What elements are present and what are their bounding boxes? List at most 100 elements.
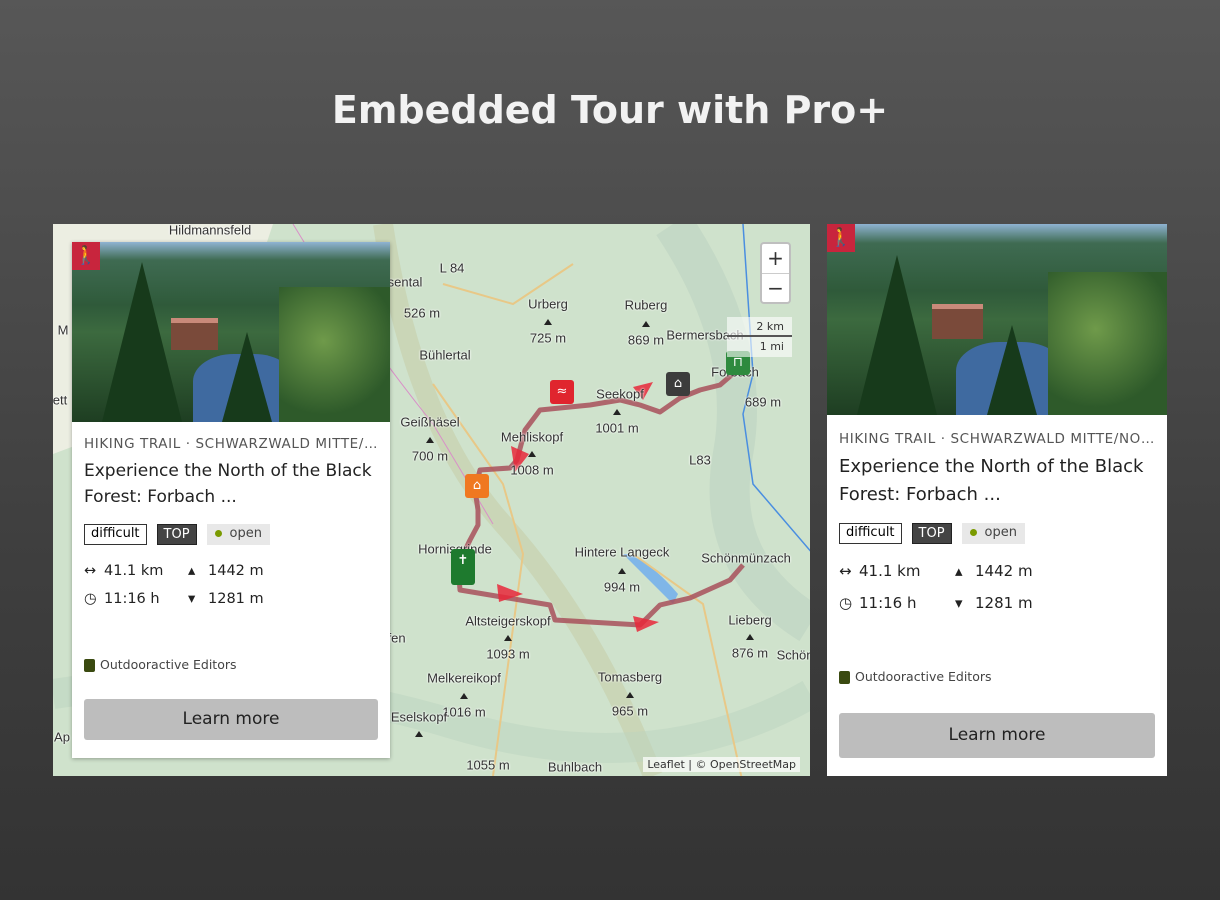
- map-label: M: [57, 322, 69, 338]
- outdooractive-logo-icon: [839, 671, 850, 684]
- learn-more-button[interactable]: Learn more: [839, 713, 1155, 758]
- peak-icon: [618, 568, 626, 574]
- map-label: 1093 m: [486, 646, 530, 662]
- map-label: Tomasberg: [597, 669, 663, 685]
- descent-stat: ▾ 1281 m: [955, 594, 1033, 612]
- peak-icon: [426, 437, 434, 443]
- tour-category: HIKING TRAIL · SCHWARZWALD MITTE/NORDSCH…: [84, 436, 378, 452]
- map-label: 689 m: [744, 394, 782, 410]
- map-label: Seekopf: [596, 386, 644, 402]
- ascent-stat: ▴ 1442 m: [188, 563, 264, 579]
- poi-hut-icon[interactable]: ⌂: [666, 372, 690, 396]
- peak-icon: [460, 693, 468, 699]
- distance-icon: ↔: [839, 562, 852, 580]
- poi-restaurant-icon[interactable]: ⌂: [465, 474, 489, 498]
- map-label: 994 m: [603, 579, 641, 595]
- map-label: 1008 m: [510, 462, 554, 478]
- top-badge: TOP: [156, 524, 197, 545]
- hiking-icon: 🚶: [72, 242, 100, 270]
- map-label: 1001 m: [595, 420, 639, 436]
- map-label: 700 m: [411, 448, 449, 464]
- clock-icon: ◷: [839, 594, 853, 612]
- map-label: Bühlertal: [419, 347, 471, 363]
- peak-icon: [415, 731, 423, 737]
- tour-title[interactable]: Experience the North of the Black Forest…: [839, 453, 1155, 509]
- map-label: Eselskopf: [390, 709, 448, 725]
- map-label: Ap: [54, 729, 70, 745]
- descent-stat: ▾ 1281 m: [188, 591, 264, 607]
- status-text: open: [229, 526, 262, 541]
- ascent-icon: ▴: [955, 562, 963, 580]
- map-label: Buhlbach: [547, 759, 603, 775]
- status-dot-icon: [214, 530, 222, 537]
- map-label: Melkereikopf: [427, 670, 501, 686]
- map-label: L83: [689, 452, 711, 468]
- duration-stat: ◷ 11:16 h: [839, 594, 917, 612]
- map-label: 1055 m: [466, 757, 510, 773]
- map-label: Urberg: [528, 296, 568, 312]
- status-badge: open: [961, 523, 1025, 544]
- learn-more-button[interactable]: Learn more: [84, 699, 378, 740]
- duration-stat: ◷ 11:16 h: [84, 591, 160, 607]
- outdooractive-logo-icon: [84, 659, 95, 672]
- map-label: Schönmünzach: [701, 550, 791, 566]
- tour-title[interactable]: Experience the North of the Black Forest…: [84, 458, 378, 510]
- peak-icon: [528, 451, 536, 457]
- map-label: L 84: [439, 260, 465, 276]
- map-label: 869 m: [627, 332, 665, 348]
- map-label: 965 m: [611, 703, 649, 719]
- map-label: sental: [387, 274, 423, 290]
- scale-mi: 1 mi: [727, 337, 792, 357]
- difficulty-badge: difficult: [84, 524, 147, 545]
- peak-icon: [626, 692, 634, 698]
- top-badge: TOP: [911, 523, 952, 544]
- zoom-in-button[interactable]: +: [762, 244, 789, 273]
- clock-icon: ◷: [84, 591, 97, 607]
- hiking-icon: 🚶: [827, 224, 855, 252]
- map-label: ett: [53, 392, 68, 408]
- scale-bar: 2 km 1 mi: [727, 317, 792, 357]
- status-dot-icon: [969, 529, 977, 536]
- peak-icon: [544, 319, 552, 325]
- tour-card[interactable]: 🚶 HIKING TRAIL · SCHWARZWALD MITTE/NORDS…: [827, 224, 1167, 776]
- ascent-stat: ▴ 1442 m: [955, 562, 1033, 580]
- descent-icon: ▾: [188, 591, 196, 607]
- distance-stat: ↔ 41.1 km: [84, 563, 164, 579]
- map-label: Ruberg: [624, 297, 668, 313]
- map-label: Lieberg: [728, 612, 772, 628]
- map-label: Altsteigerskopf: [465, 613, 551, 629]
- map-label: Hintere Langeck: [574, 544, 670, 560]
- status-text: open: [984, 525, 1017, 540]
- peak-icon: [746, 634, 754, 640]
- peak-icon: [613, 409, 621, 415]
- map-label: Schön: [776, 647, 810, 663]
- poi-swimming-icon[interactable]: ≈: [550, 380, 574, 404]
- author[interactable]: Outdooractive Editors: [839, 669, 992, 684]
- status-badge: open: [206, 524, 270, 545]
- tour-popup-card[interactable]: 🚶 HIKING TRAIL · SCHWARZWALD MITTE/NORDS…: [72, 242, 390, 758]
- difficulty-badge: difficult: [839, 523, 902, 544]
- poi-chapel-icon[interactable]: ✝: [451, 549, 475, 585]
- distance-icon: ↔: [84, 563, 97, 579]
- scale-km: 2 km: [727, 317, 792, 337]
- map-label: 1016 m: [442, 704, 486, 720]
- page-title: Embedded Tour with Pro+: [331, 88, 889, 132]
- map-label: Mehliskopf: [500, 429, 564, 445]
- tour-photo: 🚶: [72, 242, 390, 422]
- tour-photo: 🚶: [827, 224, 1167, 415]
- map-label: 725 m: [529, 330, 567, 346]
- author[interactable]: Outdooractive Editors: [84, 657, 237, 672]
- zoom-control: + −: [760, 242, 791, 304]
- ascent-icon: ▴: [188, 563, 196, 579]
- peak-icon: [504, 635, 512, 641]
- map-label: Geißhäsel: [400, 414, 460, 430]
- tour-category: HIKING TRAIL · SCHWARZWALD MITTE/NORDSCH…: [839, 431, 1155, 447]
- zoom-out-button[interactable]: −: [762, 273, 789, 302]
- map-label: 526 m: [403, 305, 441, 321]
- peak-icon: [642, 321, 650, 327]
- map-attribution[interactable]: Leaflet | © OpenStreetMap: [643, 757, 800, 772]
- descent-icon: ▾: [955, 594, 963, 612]
- distance-stat: ↔ 41.1 km: [839, 562, 921, 580]
- map-label: 876 m: [731, 645, 769, 661]
- map-label: Hildmannsfeld: [168, 224, 252, 238]
